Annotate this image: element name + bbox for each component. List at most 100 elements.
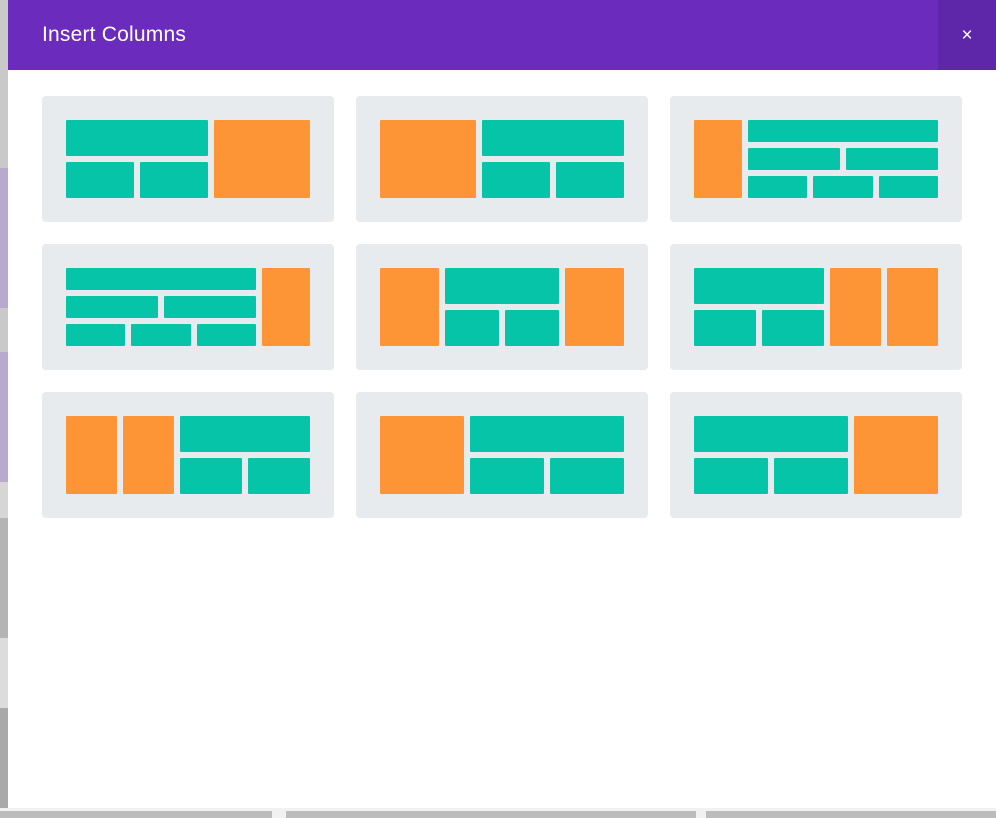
scrollbar-segment[interactable] bbox=[286, 811, 696, 818]
background-segment bbox=[0, 482, 8, 518]
preview-block-teal bbox=[66, 120, 209, 156]
layout-option-stack-left-two-sidebars-right[interactable] bbox=[670, 244, 962, 370]
preview-row bbox=[747, 148, 938, 170]
preview-block-teal bbox=[813, 176, 873, 198]
preview-column bbox=[887, 268, 938, 346]
preview-column bbox=[694, 268, 825, 346]
preview-block-teal bbox=[762, 310, 825, 346]
preview-column bbox=[179, 416, 310, 494]
layout-preview bbox=[694, 416, 938, 494]
preview-row bbox=[214, 120, 310, 198]
preview-column bbox=[66, 120, 209, 198]
preview-row bbox=[122, 416, 174, 494]
preview-column bbox=[380, 416, 464, 494]
preview-row bbox=[694, 310, 825, 346]
preview-block-teal bbox=[694, 310, 757, 346]
preview-block-teal bbox=[164, 296, 257, 318]
preview-block-teal bbox=[470, 416, 624, 452]
layout-preview bbox=[66, 416, 310, 494]
modal-header: Insert Columns × bbox=[8, 0, 996, 70]
background-segment bbox=[0, 352, 8, 482]
preview-row bbox=[66, 162, 209, 198]
preview-block-teal bbox=[550, 458, 624, 494]
horizontal-scrollbar[interactable] bbox=[0, 808, 996, 818]
preview-row bbox=[179, 416, 310, 452]
close-icon[interactable]: × bbox=[938, 0, 996, 70]
preview-block-teal bbox=[179, 416, 310, 452]
preview-block-teal bbox=[878, 176, 938, 198]
preview-row bbox=[854, 416, 938, 494]
background-segment bbox=[0, 638, 8, 708]
preview-block-orange bbox=[380, 268, 439, 346]
preview-row bbox=[66, 416, 117, 494]
background-segment bbox=[0, 168, 8, 308]
preview-block-teal bbox=[747, 120, 938, 142]
layout-option-two-thirds-stack-left-third-right[interactable] bbox=[42, 96, 334, 222]
preview-row bbox=[694, 120, 742, 198]
preview-column bbox=[262, 268, 310, 346]
layout-preview bbox=[694, 120, 938, 198]
preview-block-teal bbox=[694, 458, 768, 494]
preview-block-teal bbox=[247, 458, 310, 494]
preview-block-orange bbox=[66, 416, 117, 494]
preview-column bbox=[122, 416, 174, 494]
preview-column bbox=[481, 120, 624, 198]
preview-column bbox=[565, 268, 624, 346]
preview-row bbox=[66, 120, 209, 156]
layout-preview bbox=[694, 268, 938, 346]
layout-option-stack-left-wide-sidebar-right[interactable] bbox=[670, 392, 962, 518]
preview-row bbox=[66, 296, 257, 318]
preview-block-teal bbox=[66, 296, 159, 318]
preview-row bbox=[66, 268, 257, 290]
background-segment bbox=[0, 518, 8, 638]
layout-option-wide-sidebar-left-stack-right[interactable] bbox=[356, 392, 648, 518]
layout-preview bbox=[66, 268, 310, 346]
layout-preview bbox=[380, 120, 624, 198]
layout-option-third-left-two-thirds-stack-right[interactable] bbox=[356, 96, 648, 222]
preview-block-orange bbox=[380, 120, 476, 198]
layout-option-sidebar-left-stack-center-sidebar-right[interactable] bbox=[356, 244, 648, 370]
layout-option-three-row-grid-left-narrow-right[interactable] bbox=[42, 244, 334, 370]
preview-row bbox=[481, 120, 624, 156]
preview-row bbox=[565, 268, 624, 346]
layout-preview bbox=[380, 268, 624, 346]
preview-column bbox=[66, 416, 117, 494]
preview-block-teal bbox=[845, 148, 938, 170]
preview-block-teal bbox=[66, 162, 135, 198]
preview-row bbox=[444, 310, 560, 346]
preview-row bbox=[747, 176, 938, 198]
preview-row bbox=[481, 162, 624, 198]
layout-option-two-sidebars-left-stack-right[interactable] bbox=[42, 392, 334, 518]
preview-column bbox=[214, 120, 310, 198]
preview-block-teal bbox=[196, 324, 257, 346]
preview-row bbox=[380, 120, 476, 198]
preview-block-orange bbox=[565, 268, 624, 346]
preview-row bbox=[380, 268, 439, 346]
preview-column bbox=[470, 416, 624, 494]
preview-column bbox=[830, 268, 882, 346]
preview-column bbox=[694, 120, 742, 198]
preview-block-teal bbox=[747, 148, 840, 170]
preview-block-teal bbox=[481, 162, 550, 198]
preview-block-teal bbox=[747, 176, 808, 198]
preview-row bbox=[694, 416, 848, 452]
preview-block-teal bbox=[444, 310, 499, 346]
column-layout-grid bbox=[42, 96, 996, 518]
scrollbar-segment[interactable] bbox=[0, 811, 272, 818]
preview-column bbox=[380, 268, 439, 346]
modal-title: Insert Columns bbox=[42, 23, 187, 46]
preview-column bbox=[854, 416, 938, 494]
background-page-strip bbox=[0, 0, 8, 818]
layout-preview bbox=[380, 416, 624, 494]
preview-column bbox=[747, 120, 938, 198]
layout-option-narrow-left-three-row-grid-right[interactable] bbox=[670, 96, 962, 222]
preview-block-teal bbox=[140, 162, 209, 198]
scrollbar-segment[interactable] bbox=[706, 811, 996, 818]
preview-block-orange bbox=[830, 268, 882, 346]
preview-column bbox=[66, 268, 257, 346]
preview-row bbox=[380, 416, 464, 494]
preview-row bbox=[470, 416, 624, 452]
preview-block-teal bbox=[774, 458, 848, 494]
preview-block-teal bbox=[555, 162, 624, 198]
layout-preview bbox=[66, 120, 310, 198]
